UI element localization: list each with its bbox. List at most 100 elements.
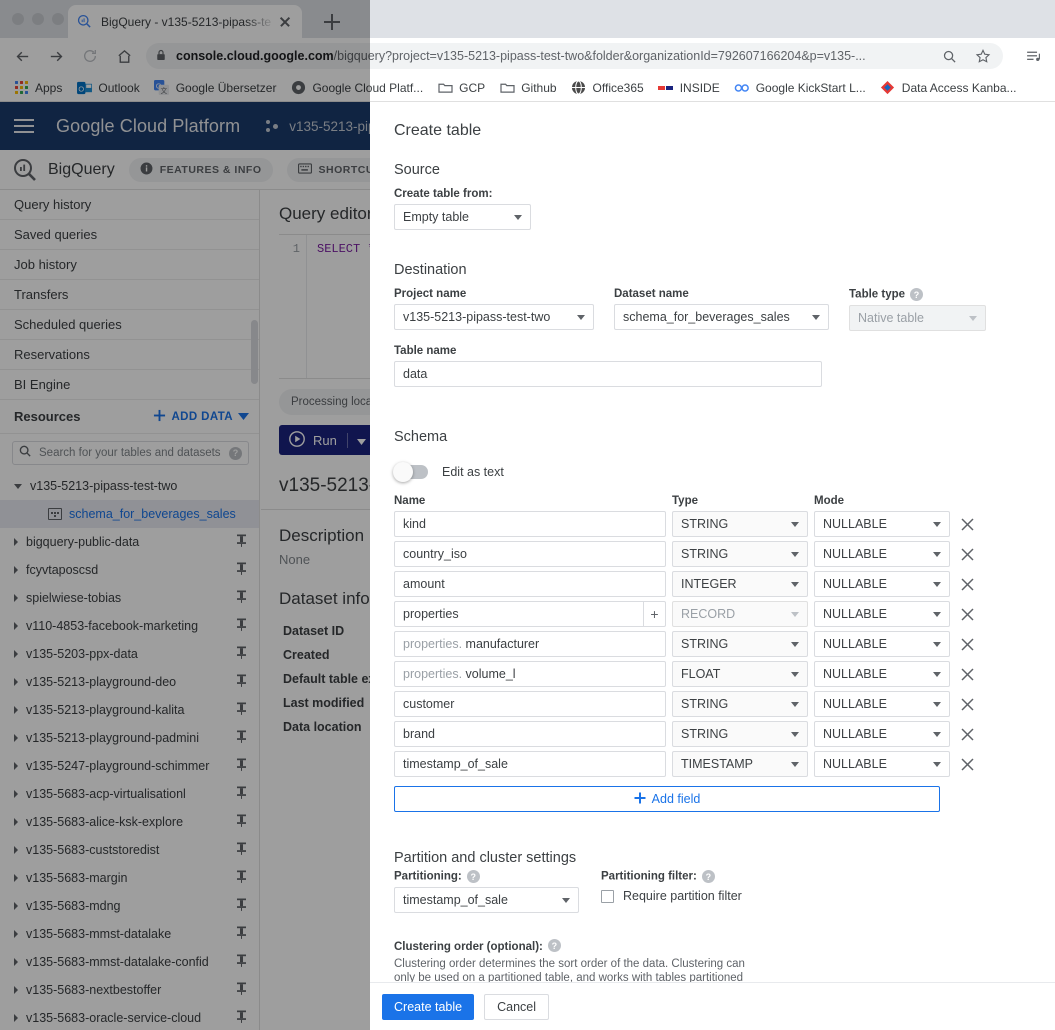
schema-field-type-select: RECORD xyxy=(672,601,808,627)
bookmark-github[interactable]: Github xyxy=(492,76,563,100)
plus-icon xyxy=(634,792,646,807)
cancel-button[interactable]: Cancel xyxy=(484,993,550,1020)
search-icon[interactable] xyxy=(939,46,959,66)
schema-field-mode-select[interactable]: NULLABLE xyxy=(814,691,950,717)
schema-field-name-cell: customer xyxy=(394,691,666,717)
bookmark-label: Github xyxy=(521,80,557,95)
chevron-down-icon xyxy=(969,315,977,321)
schema-field-mode-cell: NULLABLE xyxy=(814,661,950,687)
schema-field-name-value: customer xyxy=(403,697,455,711)
table-name-input[interactable]: data xyxy=(394,361,822,387)
bookmark-office365[interactable]: Office365 xyxy=(564,76,651,100)
schema-field-name-input[interactable]: customer xyxy=(394,691,666,717)
chevron-down-icon xyxy=(933,551,941,557)
schema-field-name-input[interactable]: kind xyxy=(394,511,666,537)
dialog-footer: Create table Cancel xyxy=(370,982,1055,1030)
browser-menu-button[interactable] xyxy=(1019,42,1047,70)
schema-field-mode-value: NULLABLE xyxy=(823,547,887,561)
schema-field-mode-select[interactable]: NULLABLE xyxy=(814,751,950,777)
schema-field-name-value: amount xyxy=(403,577,445,591)
bookmark-star-icon[interactable] xyxy=(973,46,993,66)
schema-field-mode-select[interactable]: NULLABLE xyxy=(814,601,950,627)
schema-field-type-select[interactable]: STRING xyxy=(672,631,808,657)
bookmark-inside[interactable]: INSIDE xyxy=(651,76,727,100)
chevron-down-icon xyxy=(933,701,941,707)
modal-backdrop[interactable] xyxy=(0,0,370,1030)
schema-field-name-input[interactable]: amount xyxy=(394,571,666,597)
schema-field-type-select[interactable]: FLOAT xyxy=(672,661,808,687)
schema-field-mode-cell: NULLABLE xyxy=(814,721,950,747)
schema-field-mode-value: NULLABLE xyxy=(823,757,887,771)
schema-field-row: properties + RECORD NULLABLE xyxy=(370,601,1055,627)
schema-field-mode-select[interactable]: NULLABLE xyxy=(814,571,950,597)
help-icon[interactable]: ? xyxy=(910,288,924,301)
help-icon[interactable]: ? xyxy=(466,870,480,883)
schema-field-type-select[interactable]: STRING xyxy=(672,721,808,747)
schema-field-mode-select[interactable]: NULLABLE xyxy=(814,721,950,747)
require-partition-filter-row[interactable]: Require partition filter xyxy=(601,889,742,903)
schema-field-type-select[interactable]: STRING xyxy=(672,541,808,567)
schema-field-mode-select[interactable]: NULLABLE xyxy=(814,631,950,657)
bookmark-data-access-kanban[interactable]: Data Access Kanba... xyxy=(873,76,1024,100)
schema-field-name-cell: properties + xyxy=(394,601,666,627)
schema-field-mode-select[interactable]: NULLABLE xyxy=(814,661,950,687)
delete-field-icon[interactable] xyxy=(950,757,984,772)
chevron-down-icon xyxy=(514,214,522,220)
add-field-button[interactable]: Add field xyxy=(394,786,940,812)
delete-field-icon[interactable] xyxy=(950,697,984,712)
schema-field-name-value: properties. volume_l xyxy=(403,667,516,681)
create-table-dialog-body: Create table Source Create table from: E… xyxy=(370,102,1055,982)
schema-field-row: properties. volume_l FLOAT NULLABLE xyxy=(370,661,1055,687)
bookmark-label: Data Access Kanba... xyxy=(901,80,1017,95)
add-nested-field-button[interactable]: + xyxy=(643,602,665,626)
chevron-down-icon xyxy=(812,314,820,320)
schema-field-row: kind STRING NULLABLE xyxy=(370,511,1055,537)
create-table-from-value: Empty table xyxy=(403,210,470,224)
source-section-heading: Source xyxy=(394,162,440,178)
delete-field-icon[interactable] xyxy=(950,727,984,742)
dataset-name-select[interactable]: schema_for_beverages_sales xyxy=(614,304,829,330)
schema-field-name-input[interactable]: brand xyxy=(394,721,666,747)
schema-field-name-input[interactable]: timestamp_of_sale xyxy=(394,751,666,777)
bookmark-google-kickstart[interactable]: Google KickStart L... xyxy=(727,76,873,100)
edit-as-text-toggle[interactable] xyxy=(393,462,428,482)
create-table-from-select[interactable]: Empty table xyxy=(394,204,531,230)
schema-field-type-select[interactable]: INTEGER xyxy=(672,571,808,597)
help-icon[interactable]: ? xyxy=(701,870,715,883)
schema-field-mode-cell: NULLABLE xyxy=(814,751,950,777)
schema-field-type-value: STRING xyxy=(681,637,729,651)
require-partition-filter-label: Require partition filter xyxy=(623,889,742,903)
inside-icon xyxy=(657,80,674,96)
delete-field-icon[interactable] xyxy=(950,547,984,562)
bookmark-gcp-folder[interactable]: GCP xyxy=(430,76,492,100)
delete-field-icon[interactable] xyxy=(950,577,984,592)
schema-field-name-cell: properties. volume_l xyxy=(394,661,666,687)
project-name-field: Project name v135-5213-pipass-test-two xyxy=(394,288,594,331)
schema-field-type-select[interactable]: STRING xyxy=(672,511,808,537)
dataset-name-value: schema_for_beverages_sales xyxy=(623,310,790,324)
require-partition-filter-checkbox[interactable] xyxy=(601,889,614,903)
delete-field-icon[interactable] xyxy=(950,517,984,532)
delete-field-icon[interactable] xyxy=(950,637,984,652)
schema-field-name-input[interactable]: properties. volume_l xyxy=(394,661,666,687)
schema-field-name-cell: timestamp_of_sale xyxy=(394,751,666,777)
delete-field-icon[interactable] xyxy=(950,607,984,622)
table-type-label-text: Table type xyxy=(849,288,906,301)
schema-field-name-input[interactable]: country_iso xyxy=(394,541,666,567)
create-table-button[interactable]: Create table xyxy=(382,993,475,1020)
bookmark-label: Office365 xyxy=(592,80,644,95)
schema-field-name-input[interactable]: properties + xyxy=(394,601,666,627)
chevron-down-icon xyxy=(791,521,799,527)
schema-field-type-value: STRING xyxy=(681,697,729,711)
schema-field-type-select[interactable]: STRING xyxy=(672,691,808,717)
schema-field-name-input[interactable]: properties. manufacturer xyxy=(394,631,666,657)
schema-field-mode-select[interactable]: NULLABLE xyxy=(814,511,950,537)
partitioning-select[interactable]: timestamp_of_sale xyxy=(394,887,579,913)
schema-field-type-value: STRING xyxy=(681,517,729,531)
schema-field-type-select[interactable]: TIMESTAMP xyxy=(672,751,808,777)
schema-field-type-cell: TIMESTAMP xyxy=(672,751,808,777)
delete-field-icon[interactable] xyxy=(950,667,984,682)
project-name-select[interactable]: v135-5213-pipass-test-two xyxy=(394,304,594,330)
schema-field-mode-select[interactable]: NULLABLE xyxy=(814,541,950,567)
help-icon[interactable]: ? xyxy=(547,939,561,953)
